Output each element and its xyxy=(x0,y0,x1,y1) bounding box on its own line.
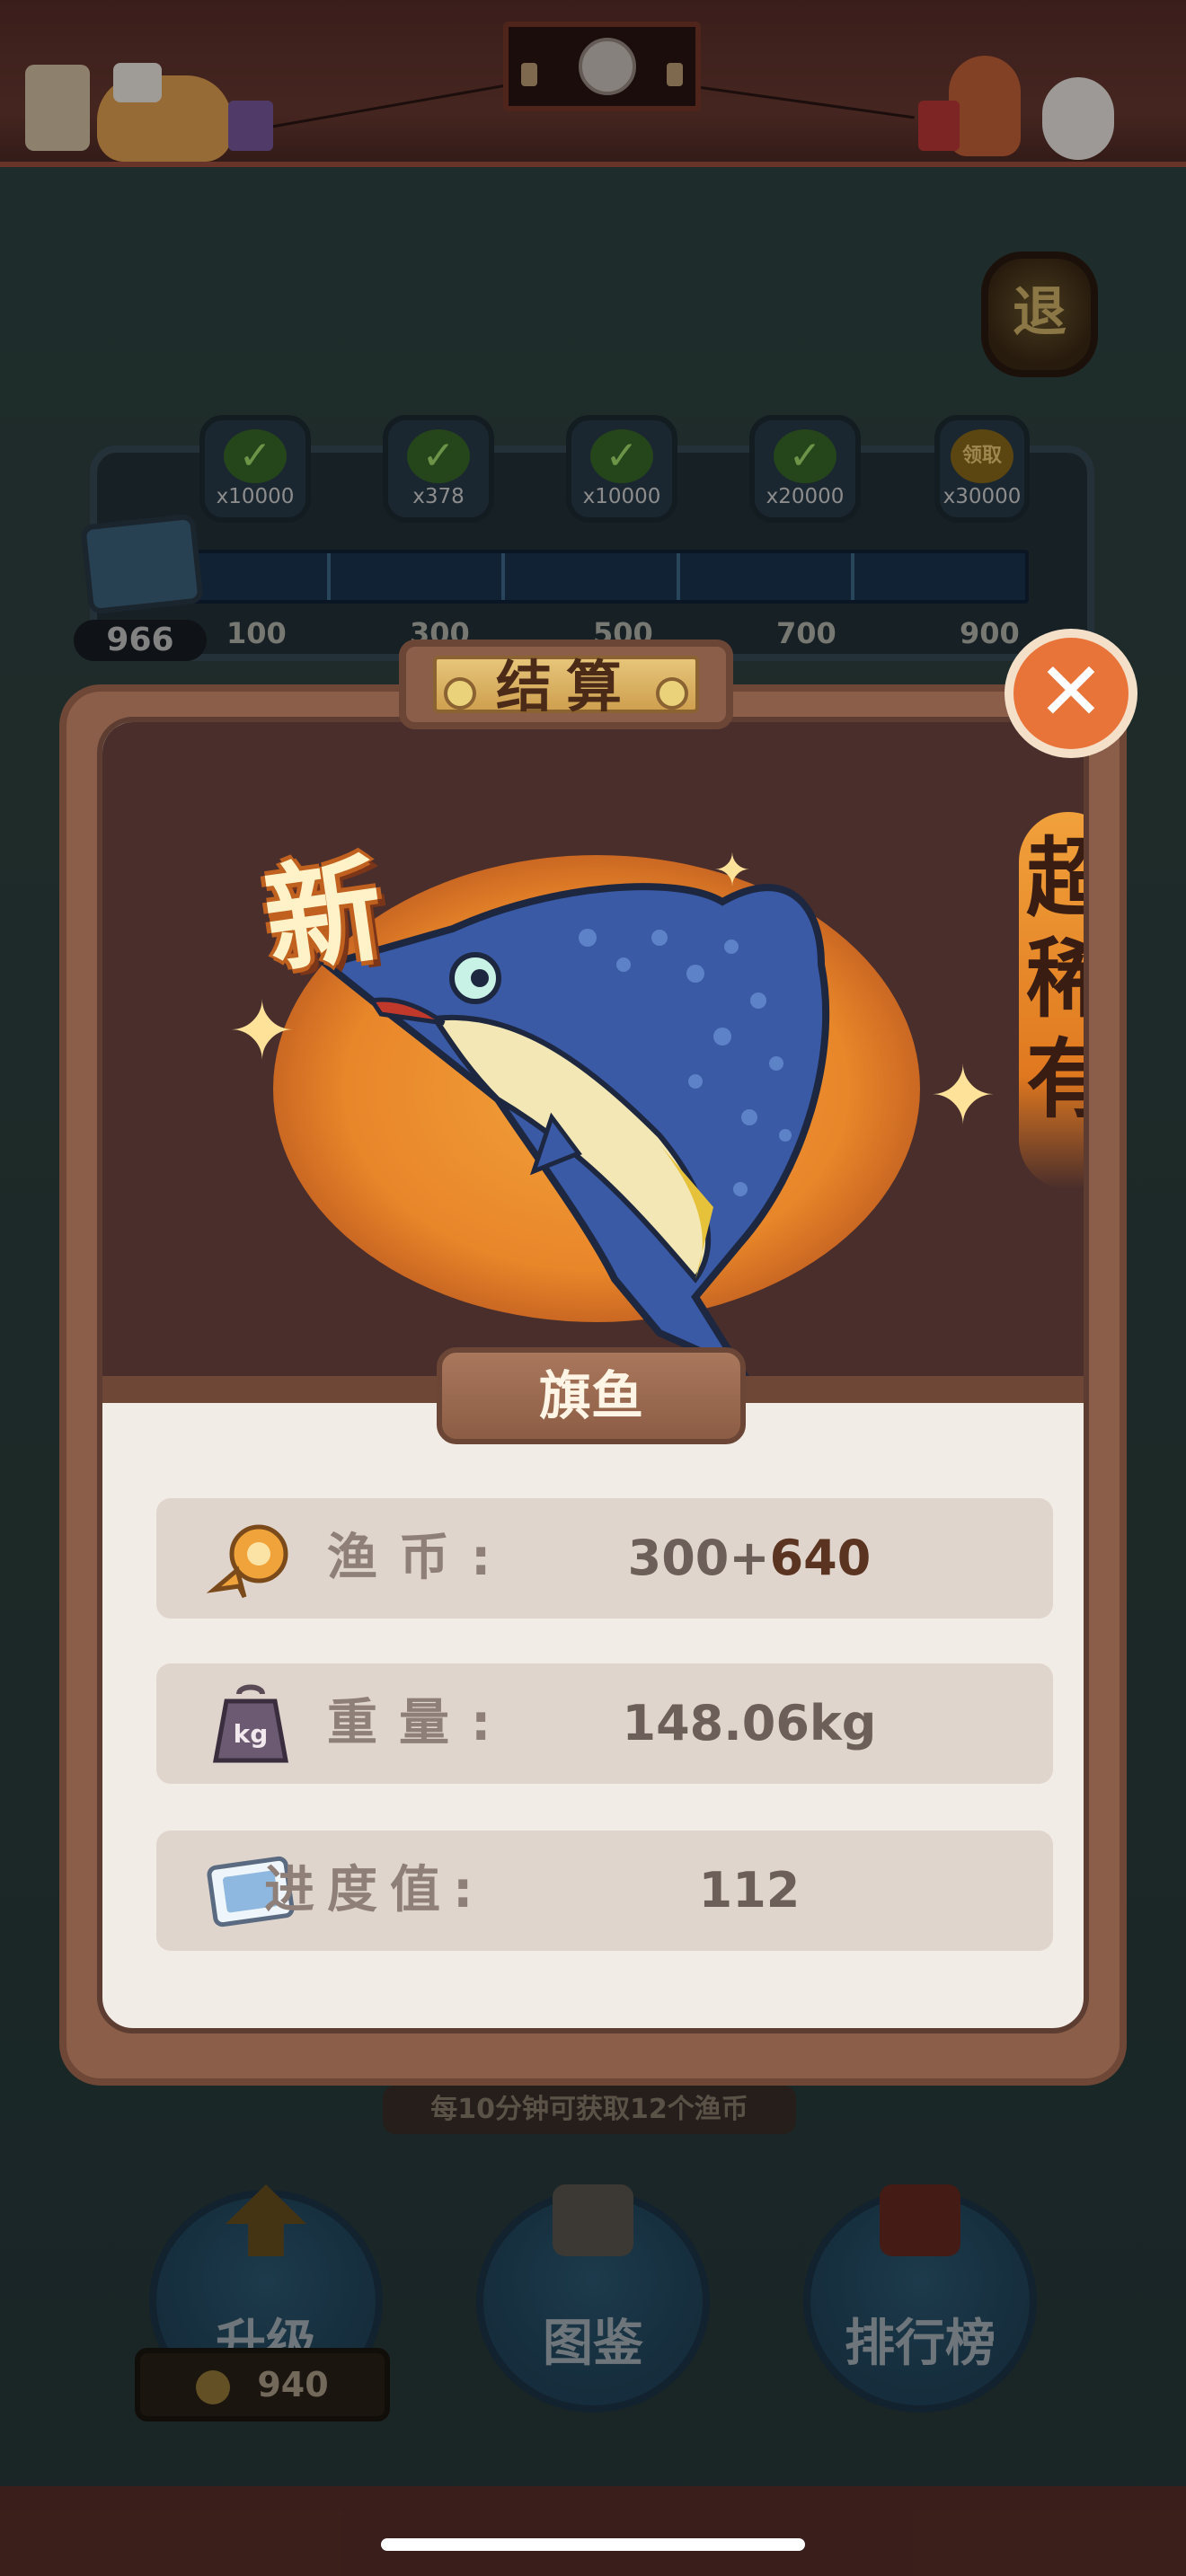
fish-name: 旗鱼 xyxy=(437,1347,746,1444)
fish-coin-icon xyxy=(206,1524,288,1599)
coins-bonus: 640 xyxy=(769,1530,872,1586)
home-indicator[interactable] xyxy=(381,2538,805,2551)
weight-kg-icon: kg xyxy=(213,1684,288,1763)
coins-value: 300+640 xyxy=(570,1498,929,1619)
coins-base: 300+ xyxy=(627,1530,770,1586)
rivet-icon xyxy=(444,677,476,710)
coins-label: 渔币: xyxy=(327,1529,513,1587)
svg-text:kg: kg xyxy=(234,1719,269,1749)
weight-value: 148.06kg xyxy=(622,1695,877,1751)
fish-art-area: ✦ ✦ ✦ 新 超稀有 xyxy=(102,722,1084,1403)
stat-row-coins: 渔币: 300+640 xyxy=(156,1498,1053,1619)
settlement-title-banner: 结算 xyxy=(399,640,733,729)
stat-row-progress: 进度值: 112 xyxy=(156,1831,1053,1951)
close-button[interactable]: ✕ xyxy=(1005,629,1137,758)
marlin-fish-illustration xyxy=(319,883,830,1377)
progress-label: 进度值: xyxy=(264,1861,486,1919)
weight-label: 重量: xyxy=(327,1694,513,1752)
stat-row-weight: kg 重量: 148.06kg xyxy=(156,1663,1053,1784)
sparkle-icon: ✦ xyxy=(228,984,296,1079)
new-badge: 新 xyxy=(256,838,392,992)
progress-value: 112 xyxy=(698,1862,801,1919)
rivet-icon xyxy=(656,677,688,710)
rarity-label: 超稀有 xyxy=(1024,828,1084,1130)
